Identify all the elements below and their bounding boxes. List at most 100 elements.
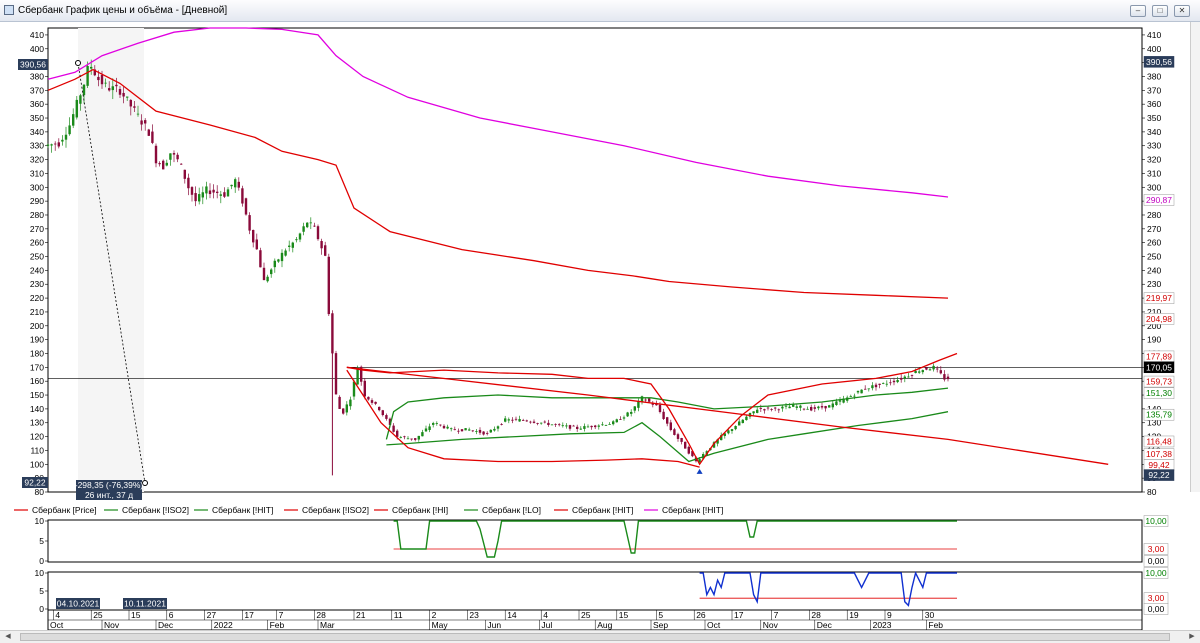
candle-body xyxy=(403,436,406,438)
chart-area[interactable]: 8090100110120130140150160170180190200210… xyxy=(0,22,1200,630)
horizontal-scrollbar[interactable]: ◀ ▶ xyxy=(0,630,1200,643)
x-month-label: Jun xyxy=(487,620,501,630)
y-tick-label-left: 250 xyxy=(30,252,44,262)
candle-body xyxy=(435,423,438,424)
x-month-label: 2023 xyxy=(873,620,892,630)
candle-body xyxy=(550,424,554,426)
candle-body xyxy=(766,407,770,409)
candle-body xyxy=(871,385,874,389)
candle-body xyxy=(518,419,521,422)
y-tick-label-right: 370 xyxy=(1147,85,1161,95)
candle-body xyxy=(626,412,629,417)
close-button[interactable]: ✕ xyxy=(1174,5,1190,17)
candle-body xyxy=(554,423,557,425)
candle-body xyxy=(529,421,532,423)
candle-body xyxy=(424,428,428,432)
candle-body xyxy=(874,384,878,388)
y-tick-label-right: 270 xyxy=(1147,224,1161,234)
maximize-button[interactable]: □ xyxy=(1152,5,1168,17)
measure-handle-start[interactable] xyxy=(75,60,81,66)
candle-body xyxy=(266,276,269,282)
x-day-label: 7 xyxy=(279,610,284,620)
sub-tick-label: 10 xyxy=(35,568,45,578)
candle-body xyxy=(525,420,528,422)
candle-body xyxy=(453,429,456,431)
candle-body xyxy=(572,425,575,427)
candle-body xyxy=(144,120,147,124)
y-tick-label-left: 240 xyxy=(30,265,44,275)
candle-body xyxy=(561,425,564,427)
x-day-label: 4 xyxy=(55,610,60,620)
y-axis-right: 8090100110120130140150160170180190200210… xyxy=(1142,30,1161,497)
candle-body xyxy=(100,74,104,85)
candle-body xyxy=(658,404,662,412)
x-month-label: Aug xyxy=(597,620,612,630)
scroll-left-arrow-icon[interactable]: ◀ xyxy=(2,632,14,642)
y-tick-label-left: 190 xyxy=(30,335,44,345)
x-day-label: 17 xyxy=(244,610,254,620)
candle-body xyxy=(590,425,593,428)
candle-body xyxy=(612,421,615,425)
candle-body xyxy=(568,425,572,429)
candle-body xyxy=(835,401,838,405)
candle-body xyxy=(385,415,388,419)
y-tick-label-right: 190 xyxy=(1147,335,1161,345)
legend-label: Сбербанк [Price] xyxy=(32,505,97,515)
y-tick-label-left: 130 xyxy=(30,418,44,428)
candle-body xyxy=(349,399,352,407)
candle-body xyxy=(374,401,377,404)
y-axis-left: 8090100110120130140150160170180190200210… xyxy=(30,30,48,497)
candle-body xyxy=(817,406,820,409)
right-price-tag-text: 170,05 xyxy=(1146,362,1172,372)
candle-body xyxy=(284,250,287,256)
y-tick-label-right: 250 xyxy=(1147,252,1161,262)
candle-body xyxy=(381,410,384,416)
y-tick-label-left: 210 xyxy=(30,307,44,317)
x-day-label: 5 xyxy=(658,610,663,620)
candle-body xyxy=(216,191,219,193)
candle-body xyxy=(504,418,507,422)
scroll-right-arrow-icon[interactable]: ▶ xyxy=(1186,632,1198,642)
candle-body xyxy=(302,226,305,232)
candle-body xyxy=(806,408,809,410)
candle-body xyxy=(280,252,284,262)
candle-body xyxy=(741,419,744,424)
scroll-thumb[interactable] xyxy=(20,633,1170,641)
x-month-label: Oct xyxy=(707,620,721,630)
candle-body xyxy=(928,369,932,371)
candle-body xyxy=(896,379,899,383)
x-month-label: Dec xyxy=(817,620,833,630)
candle-body xyxy=(604,425,608,426)
candle-body xyxy=(198,194,201,202)
candle-body xyxy=(500,424,503,425)
candle-body xyxy=(352,381,356,397)
candle-body xyxy=(576,426,579,429)
x-month-label: Feb xyxy=(928,620,943,630)
y-tick-label-left: 410 xyxy=(30,30,44,40)
x-month-label: Nov xyxy=(763,620,779,630)
candle-body xyxy=(162,160,165,170)
candle-body xyxy=(565,425,568,427)
legend[interactable]: Сбербанк [Price] Сбербанк [!ISO2] Сбербанк… xyxy=(14,505,723,515)
candle-body xyxy=(918,371,921,373)
y-tick-label-left: 220 xyxy=(30,293,44,303)
candle-body xyxy=(241,188,244,204)
x-month-label: Nov xyxy=(104,620,120,630)
y-tick-label-left: 150 xyxy=(30,390,44,400)
x-month-label: Oct xyxy=(50,620,64,630)
candle-body xyxy=(579,428,582,430)
candle-body xyxy=(237,181,240,188)
candle-body xyxy=(396,430,399,437)
minimize-button[interactable]: – xyxy=(1130,5,1146,17)
candle-body xyxy=(666,417,669,424)
measure-region xyxy=(78,28,144,492)
series-line-2 xyxy=(385,387,949,440)
candle-body xyxy=(298,233,302,240)
sub-tick-label: 5 xyxy=(39,586,44,596)
y-tick-label-right: 80 xyxy=(1147,487,1157,497)
candle-body xyxy=(648,398,651,402)
indicator-lines xyxy=(47,27,1109,474)
vertical-scrollbar[interactable] xyxy=(1190,22,1200,492)
candle-body xyxy=(770,409,773,410)
candle-body xyxy=(597,425,600,427)
